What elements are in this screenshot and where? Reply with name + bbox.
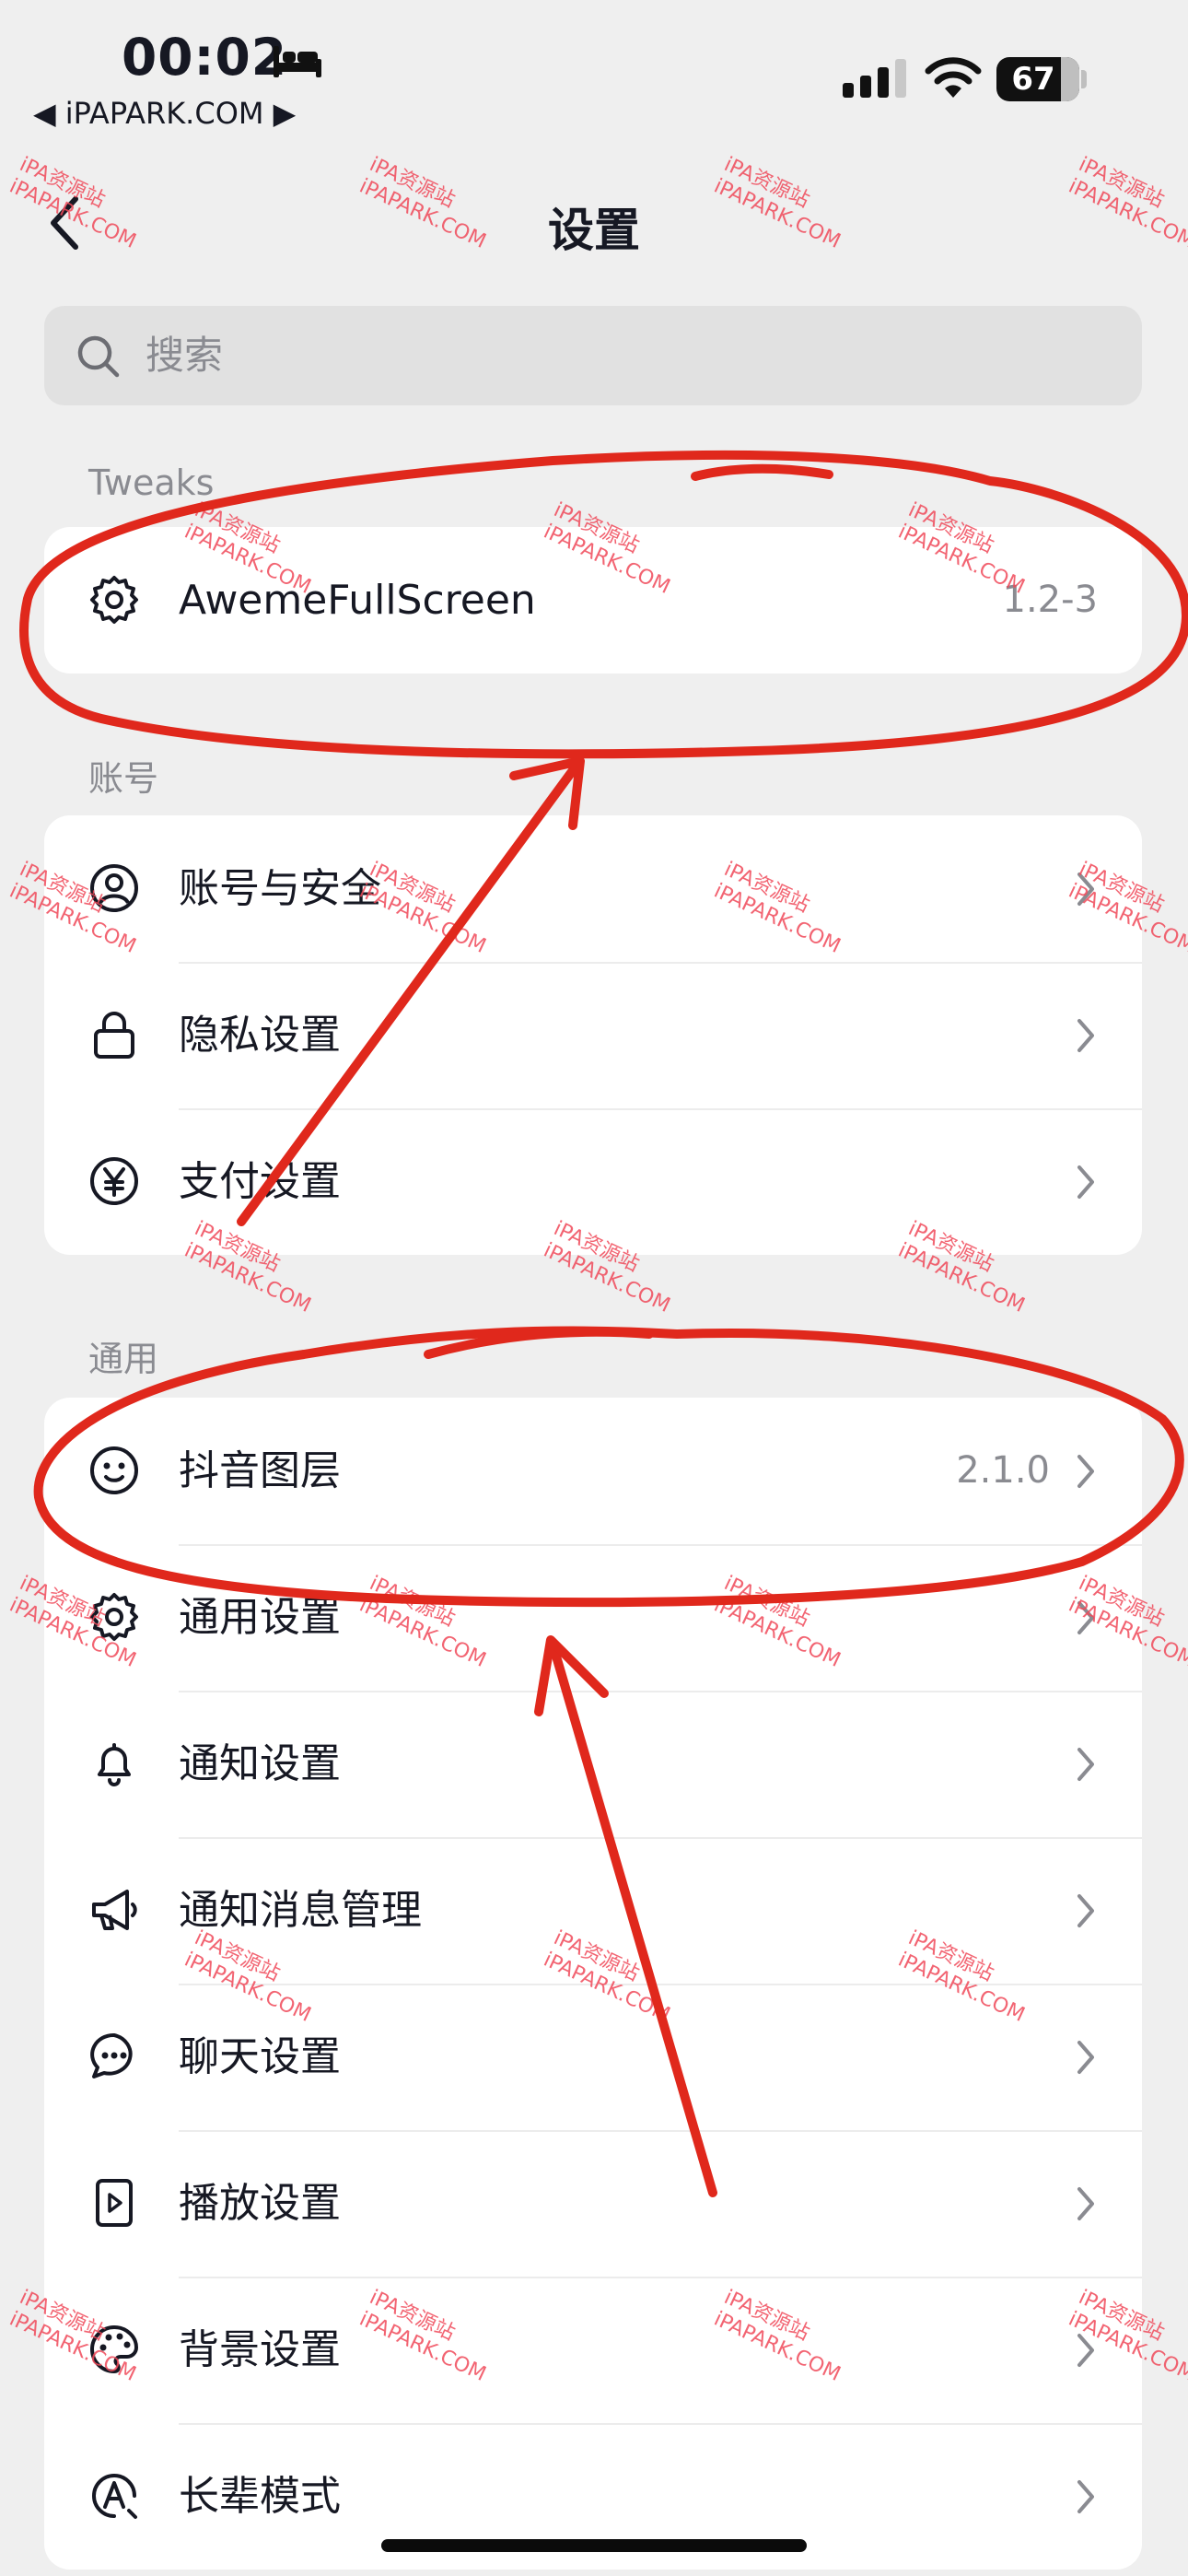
- battery-nub: [1081, 70, 1087, 88]
- chevron-right-icon: [1077, 1019, 1094, 1052]
- bed-icon: [274, 46, 321, 77]
- back-to-app-link[interactable]: ◀ iPAPARK.COM ▶: [33, 96, 296, 131]
- chevron-right-icon: [1077, 2480, 1094, 2513]
- home-indicator: [381, 2539, 807, 2552]
- yen-icon: [90, 1157, 138, 1205]
- section-label-tweaks: Tweaks: [88, 463, 215, 503]
- settings-row-playback[interactable]: 播放设置: [44, 2130, 1142, 2277]
- chevron-right-icon: [1077, 1894, 1094, 1927]
- wifi-icon: [925, 57, 982, 98]
- account-card: 账号与安全 隐私设置 支付设置: [44, 815, 1142, 1255]
- settings-row-privacy[interactable]: 隐私设置: [44, 962, 1142, 1108]
- elder-mode-icon: [92, 2474, 137, 2519]
- lock-icon: [94, 1012, 134, 1059]
- annotation-ellipse-tweaks-tail: [691, 463, 833, 481]
- row-label: 抖音图层: [179, 1447, 341, 1494]
- settings-row-general[interactable]: 通用设置: [44, 1544, 1142, 1691]
- chevron-right-icon: [1077, 1748, 1094, 1781]
- battery-indicator: 67: [996, 57, 1079, 101]
- settings-row-background[interactable]: 背景设置: [44, 2277, 1142, 2423]
- row-label: 长辈模式: [179, 2473, 341, 2520]
- search-input[interactable]: 搜索: [44, 306, 1142, 405]
- row-label: 背景设置: [179, 2326, 341, 2373]
- row-label: 通知设置: [179, 1740, 341, 1787]
- chevron-right-icon: [1077, 2041, 1094, 2074]
- annotation-ellipse-layer-tail: [424, 1327, 654, 1359]
- chat-bubble-icon: [90, 2032, 133, 2078]
- settings-row-account-security[interactable]: 账号与安全: [44, 815, 1142, 962]
- row-label: 播放设置: [179, 2180, 341, 2227]
- section-label-general: 通用: [88, 1339, 159, 1379]
- search-placeholder: 搜索: [146, 333, 224, 378]
- status-time: 00:02: [122, 28, 288, 87]
- chevron-right-icon: [1077, 1165, 1094, 1199]
- settings-row-douyin-layer[interactable]: 抖音图层 2.1.0: [44, 1398, 1142, 1544]
- chevron-right-icon: [1077, 1455, 1094, 1488]
- battery-level: 67: [1011, 61, 1055, 98]
- chevron-right-icon: [1077, 2187, 1094, 2220]
- row-label: 隐私设置: [179, 1012, 341, 1059]
- gear-icon: [90, 576, 138, 624]
- megaphone-icon: [92, 1890, 137, 1930]
- row-value: 2.1.0: [956, 1449, 1050, 1492]
- smiley-icon: [90, 1446, 138, 1494]
- section-label-account: 账号: [88, 758, 159, 799]
- bell-icon: [98, 1743, 131, 1786]
- row-label: 通用设置: [179, 1594, 341, 1641]
- settings-row-notification[interactable]: 通知设置: [44, 1691, 1142, 1837]
- page-title: 设置: [548, 204, 640, 257]
- signal-bars-icon: [843, 59, 906, 98]
- search-icon: [77, 335, 120, 378]
- play-box-icon: [96, 2179, 133, 2227]
- row-label: 账号与安全: [179, 865, 381, 912]
